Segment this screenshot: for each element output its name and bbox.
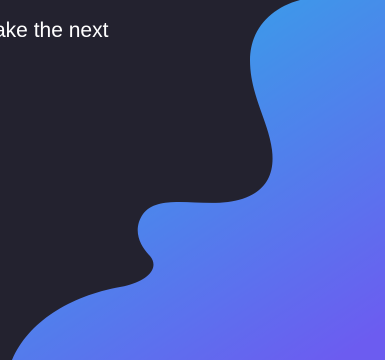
hero-section: ake the next xyxy=(0,0,385,360)
gradient-blob-shape xyxy=(12,0,385,360)
blob-path xyxy=(12,0,385,360)
